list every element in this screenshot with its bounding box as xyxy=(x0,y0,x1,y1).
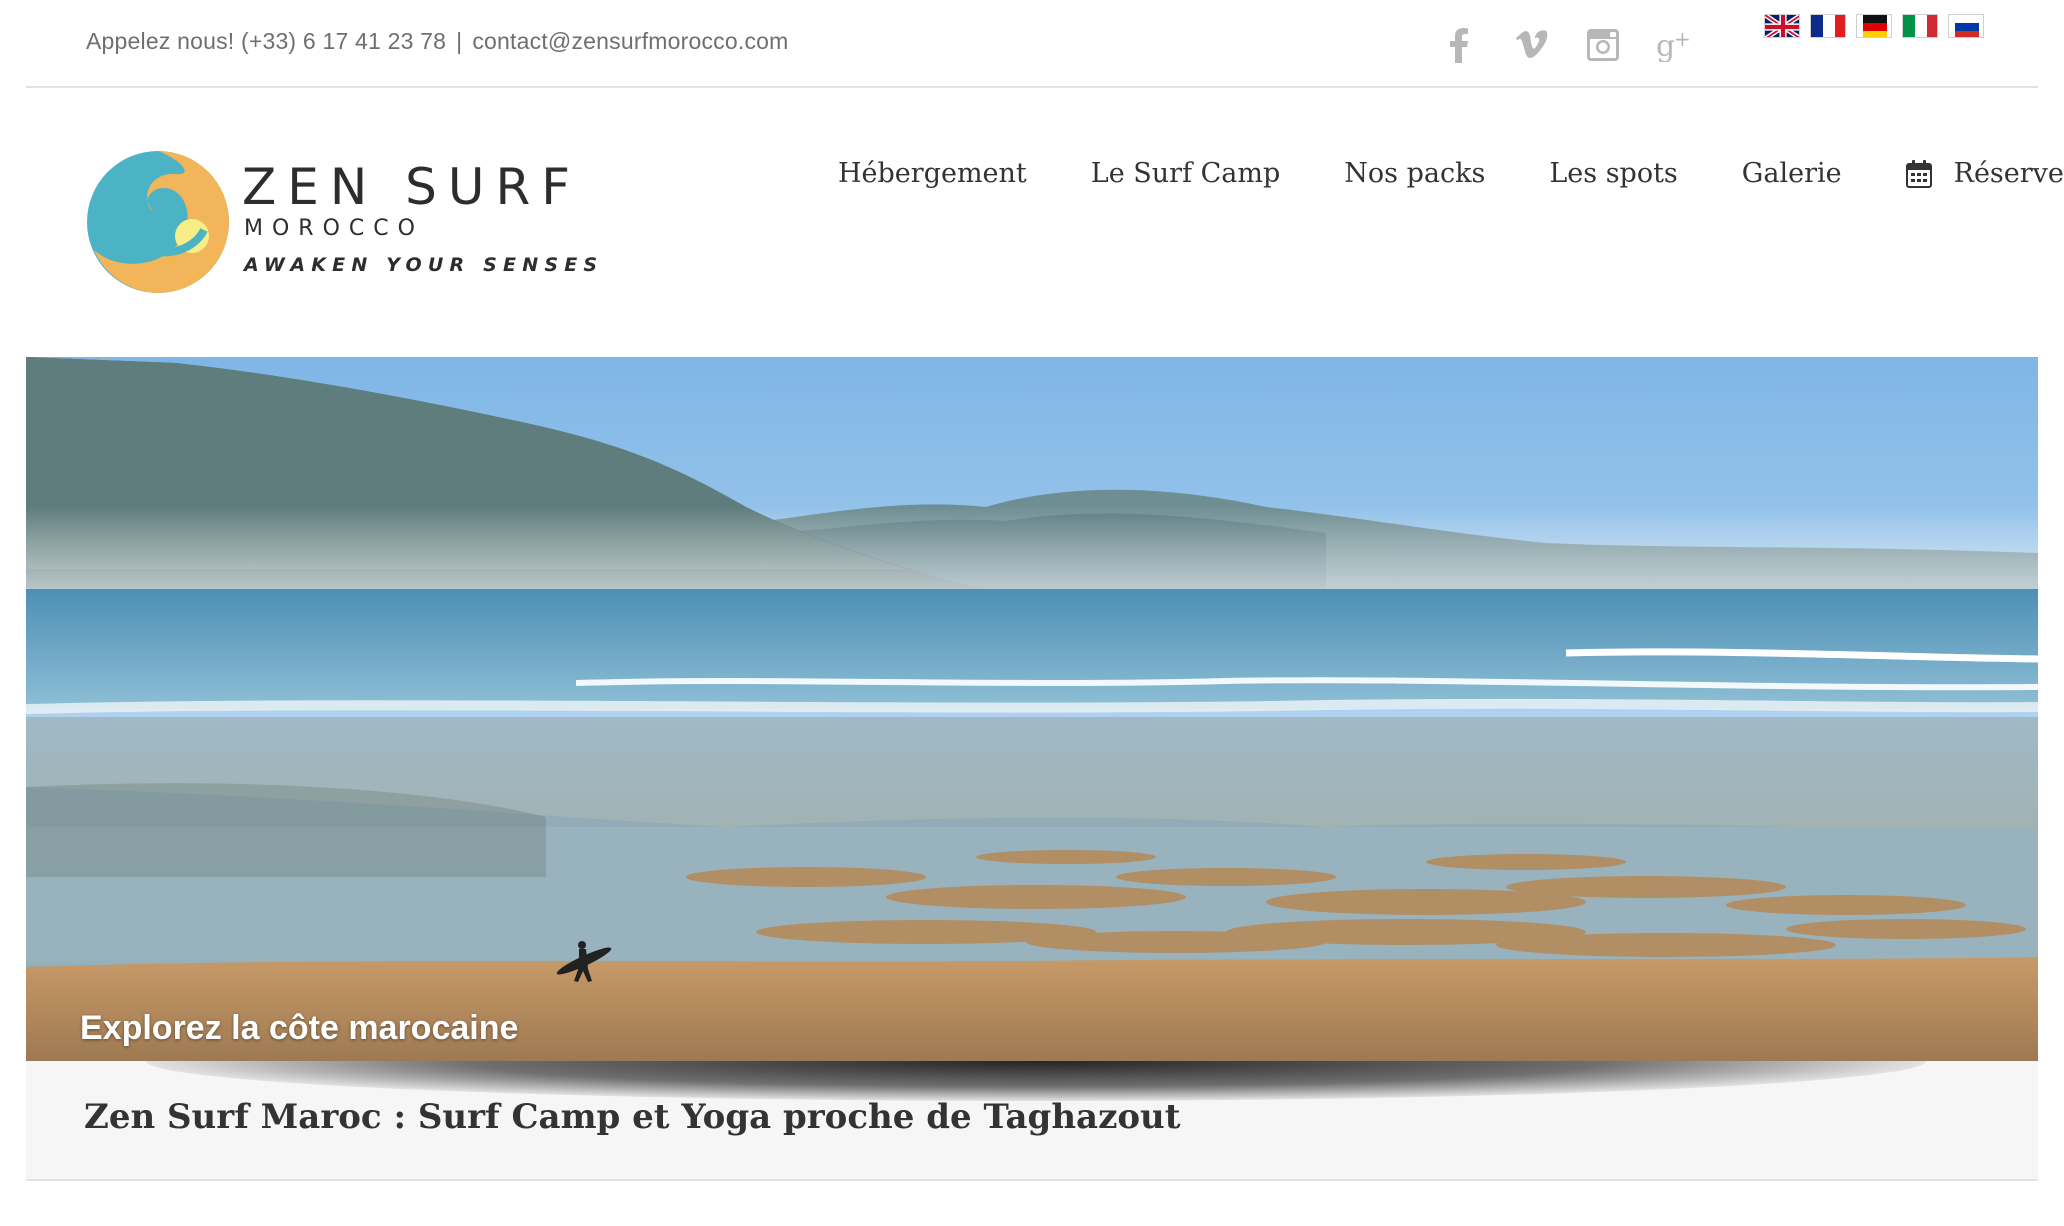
flag-germany-icon[interactable] xyxy=(1856,14,1892,38)
flag-uk-icon[interactable] xyxy=(1764,14,1800,38)
flag-italy-icon[interactable] xyxy=(1902,14,1938,38)
page-title: Zen Surf Maroc : Surf Camp et Yoga proch… xyxy=(84,1097,1181,1137)
phone-link[interactable]: Appelez nous! (+33) 6 17 41 23 78 xyxy=(86,28,446,54)
nav-item-reserver[interactable]: Réserver xyxy=(1905,158,2064,189)
site-logo[interactable]: ZEN SURF MOROCCO AWAKEN YOUR SENSES xyxy=(86,150,597,300)
logo-title: ZEN SURF xyxy=(242,158,581,216)
email-link[interactable]: contact@zensurfmorocco.com xyxy=(472,28,788,54)
nav-item-reserver-label: Réserver xyxy=(1953,158,2064,189)
hero-caption: Explorez la côte marocaine xyxy=(80,1009,519,1047)
flag-russia-icon[interactable] xyxy=(1948,14,1984,38)
logo-tagline: AWAKEN YOUR SENSES xyxy=(244,254,604,276)
google-plus-icon[interactable]: g + xyxy=(1654,24,1696,66)
nav-item-galerie[interactable]: Galerie xyxy=(1742,158,1842,189)
contact-separator: | xyxy=(456,28,463,54)
language-switcher xyxy=(1764,14,1984,38)
instagram-icon[interactable] xyxy=(1582,24,1624,66)
hero-banner[interactable]: Explorez la côte marocaine xyxy=(26,357,2038,1061)
contact-info: Appelez nous! (+33) 6 17 41 23 78 | contac… xyxy=(86,28,789,55)
social-links: g + xyxy=(1438,24,1696,66)
slider-shadow xyxy=(146,1061,1926,1101)
logo-wave-icon xyxy=(87,151,229,293)
svg-text:+: + xyxy=(1674,28,1691,51)
top-bar: Appelez nous! (+33) 6 17 41 23 78 | contac… xyxy=(26,0,2038,88)
main-nav: Hébergement Le Surf Camp Nos packs Les s… xyxy=(838,158,2064,189)
nav-item-surf-camp[interactable]: Le Surf Camp xyxy=(1091,158,1281,189)
facebook-icon[interactable] xyxy=(1438,24,1480,66)
nav-item-les-spots[interactable]: Les spots xyxy=(1549,158,1677,189)
vimeo-icon[interactable] xyxy=(1510,24,1552,66)
nav-item-nos-packs[interactable]: Nos packs xyxy=(1344,158,1485,189)
calendar-icon xyxy=(1905,159,1932,188)
page-title-bar: Zen Surf Maroc : Surf Camp et Yoga proch… xyxy=(26,1061,2038,1181)
hero-beach-image xyxy=(26,357,2038,1061)
flag-france-icon[interactable] xyxy=(1810,14,1846,38)
svg-text:g: g xyxy=(1656,29,1675,62)
logo-subtitle: MOROCCO xyxy=(244,216,424,241)
nav-item-hebergement[interactable]: Hébergement xyxy=(838,158,1027,189)
